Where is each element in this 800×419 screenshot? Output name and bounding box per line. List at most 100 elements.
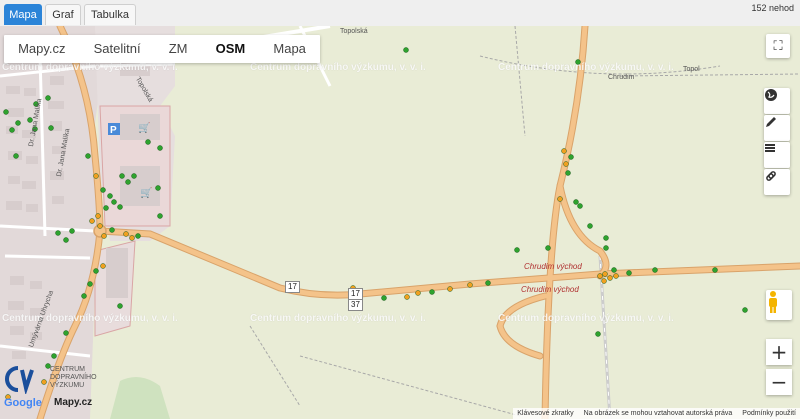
accident-marker[interactable] — [63, 330, 69, 336]
link-icon[interactable] — [764, 169, 790, 195]
accident-marker[interactable] — [611, 267, 617, 273]
accident-marker[interactable] — [97, 223, 103, 229]
accident-marker[interactable] — [117, 204, 123, 210]
cdv-logo-text: CENTRUM DOPRAVNÍHO VÝZKUMU — [50, 366, 97, 389]
accident-marker[interactable] — [404, 294, 410, 300]
accident-marker[interactable] — [3, 109, 9, 115]
accident-marker[interactable] — [545, 245, 551, 251]
accident-marker[interactable] — [626, 270, 632, 276]
accident-marker[interactable] — [597, 273, 603, 279]
accident-marker[interactable] — [603, 245, 609, 251]
accident-marker[interactable] — [595, 331, 601, 337]
junction-label: Chrudim východ — [524, 262, 582, 271]
accident-marker[interactable] — [561, 148, 567, 154]
accident-marker[interactable] — [557, 196, 563, 202]
accident-marker[interactable] — [577, 203, 583, 209]
accident-marker[interactable] — [85, 153, 91, 159]
accident-marker[interactable] — [568, 154, 574, 160]
pencil-icon[interactable] — [764, 115, 790, 141]
accident-marker[interactable] — [13, 153, 19, 159]
street-view-pegman-icon[interactable] — [766, 290, 792, 320]
street-label: Chrudim — [608, 74, 635, 81]
accident-marker[interactable] — [119, 173, 125, 179]
accident-marker[interactable] — [447, 286, 453, 292]
accident-marker[interactable] — [742, 307, 748, 313]
junction-label: Chrudim východ — [521, 285, 579, 294]
accident-marker[interactable] — [123, 231, 129, 237]
layer-map-button[interactable]: Mapa — [259, 35, 320, 63]
tab-map[interactable]: Mapa — [4, 4, 42, 25]
accident-marker[interactable] — [603, 235, 609, 241]
accident-marker[interactable] — [429, 289, 435, 295]
accident-marker[interactable] — [607, 275, 613, 281]
accident-marker[interactable] — [613, 273, 619, 279]
accident-marker[interactable] — [135, 233, 141, 239]
accident-marker[interactable] — [81, 293, 87, 299]
accident-marker[interactable] — [48, 125, 54, 131]
accident-marker[interactable] — [565, 170, 571, 176]
watermark: Centrum dopravního výzkumu, v. v. i. — [498, 62, 674, 73]
accident-marker[interactable] — [89, 218, 95, 224]
accident-marker[interactable] — [415, 290, 421, 296]
road-shield: 37 — [348, 299, 363, 311]
accident-marker[interactable] — [563, 161, 569, 167]
accident-marker[interactable] — [93, 268, 99, 274]
layer-zm-button[interactable]: ZM — [155, 35, 202, 63]
accident-marker[interactable] — [602, 271, 608, 277]
accident-marker[interactable] — [157, 213, 163, 219]
layer-mapycz-button[interactable]: Mapy.cz — [4, 35, 80, 63]
menu-icon[interactable] — [764, 142, 790, 168]
accident-marker[interactable] — [155, 185, 161, 191]
accident-marker[interactable] — [93, 173, 99, 179]
zoom-in-button[interactable]: + — [766, 339, 792, 365]
accident-marker[interactable] — [101, 233, 107, 239]
tab-table[interactable]: Tabulka — [84, 4, 136, 25]
accident-marker[interactable] — [587, 223, 593, 229]
layer-osm-button[interactable]: OSM — [202, 35, 260, 63]
accident-marker[interactable] — [87, 281, 93, 287]
accident-marker[interactable] — [514, 247, 520, 253]
street-label: Topolská — [340, 28, 368, 35]
accident-marker[interactable] — [100, 187, 106, 193]
accident-marker[interactable] — [125, 179, 131, 185]
layer-satellite-button[interactable]: Satelitní — [80, 35, 155, 63]
accident-marker[interactable] — [573, 199, 579, 205]
accident-marker[interactable] — [712, 267, 718, 273]
accident-marker[interactable] — [55, 230, 61, 236]
accident-marker[interactable] — [103, 205, 109, 211]
accident-marker[interactable] — [111, 199, 117, 205]
accident-marker[interactable] — [15, 120, 21, 126]
svg-text:🛒: 🛒 — [138, 121, 150, 134]
accident-marker[interactable] — [601, 278, 607, 284]
accident-marker[interactable] — [129, 235, 135, 241]
accident-marker[interactable] — [467, 282, 473, 288]
map-canvas[interactable]: P 🛒 🛒 Centrum dopravního výzkumu, v. v. … — [0, 26, 800, 419]
road-shield: 17 — [285, 281, 300, 293]
accident-marker[interactable] — [51, 353, 57, 359]
accident-marker[interactable] — [109, 227, 115, 233]
accident-marker[interactable] — [131, 173, 137, 179]
accident-marker[interactable] — [69, 228, 75, 234]
accident-marker[interactable] — [63, 237, 69, 243]
accident-marker[interactable] — [100, 263, 106, 269]
accident-marker[interactable] — [145, 139, 151, 145]
accident-marker[interactable] — [652, 267, 658, 273]
terms-link[interactable]: Podmínky použití — [742, 408, 796, 419]
accident-marker[interactable] — [45, 95, 51, 101]
accident-marker[interactable] — [403, 47, 409, 53]
svg-text:🛒: 🛒 — [140, 186, 152, 199]
accident-marker[interactable] — [117, 303, 123, 309]
accident-marker[interactable] — [157, 145, 163, 151]
tab-chart[interactable]: Graf — [45, 4, 81, 25]
fullscreen-icon[interactable]: ⛶ — [766, 34, 790, 58]
accident-marker[interactable] — [485, 280, 491, 286]
accident-marker[interactable] — [9, 127, 15, 133]
globe-icon[interactable] — [764, 88, 790, 114]
watermark: Centrum dopravního výzkumu, v. v. i. — [250, 313, 426, 324]
zoom-out-button[interactable]: − — [766, 369, 792, 395]
street-label: Topol — [683, 66, 700, 73]
accident-marker[interactable] — [381, 295, 387, 301]
accident-marker[interactable] — [107, 193, 113, 199]
accident-marker[interactable] — [95, 213, 101, 219]
shortcuts-link[interactable]: Klávesové zkratky — [517, 408, 573, 419]
